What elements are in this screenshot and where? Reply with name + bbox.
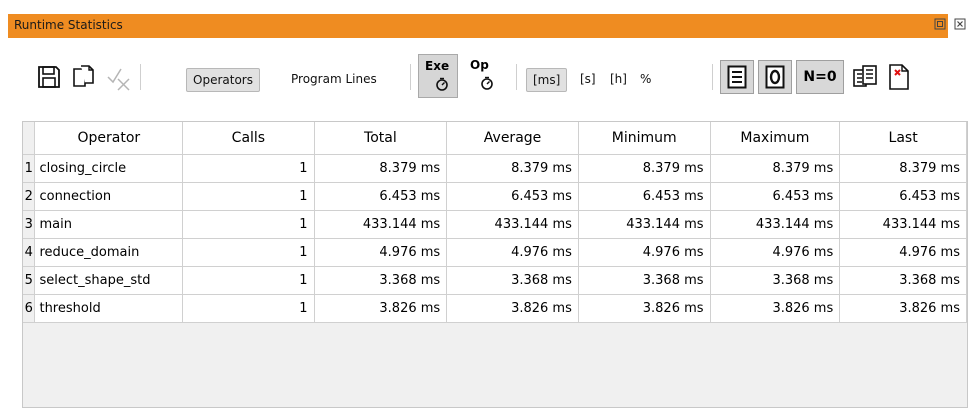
row-index-header: [23, 122, 36, 155]
total-cell: 8.379 ms: [314, 154, 448, 183]
operator-cell: select_shape_std: [34, 266, 184, 295]
calls-cell: 1: [182, 154, 315, 183]
average-cell: 8.379 ms: [446, 154, 579, 183]
maximum-cell: 4.976 ms: [710, 238, 841, 267]
statistics-table-container[interactable]: Operator Calls Total Average Minimum Max…: [22, 121, 968, 408]
total-cell: 6.453 ms: [314, 182, 448, 211]
last-cell: 4.976 ms: [839, 238, 967, 267]
column-header-total[interactable]: Total: [314, 122, 448, 155]
row-index: 3: [23, 210, 36, 239]
total-cell: 433.144 ms: [314, 210, 448, 239]
operator-cell: closing_circle: [34, 154, 184, 183]
title-bar[interactable]: Runtime Statistics: [8, 14, 948, 38]
calls-cell: 1: [182, 294, 315, 323]
table-row[interactable]: 4 reduce_domain 1 4.976 ms 4.976 ms 4.97…: [23, 238, 967, 267]
table-row[interactable]: 3 main 1 433.144 ms 433.144 ms 433.144 m…: [23, 210, 967, 239]
minimum-cell: 3.826 ms: [578, 294, 711, 323]
unit-ms-toggle[interactable]: [ms]: [526, 68, 568, 92]
stopwatch-icon: [436, 77, 448, 91]
total-cell: 4.976 ms: [314, 238, 448, 267]
minimum-cell: 8.379 ms: [578, 154, 711, 183]
op-label: Op: [470, 58, 489, 72]
program-lines-toggle[interactable]: Program Lines: [285, 68, 383, 92]
row-index: 2: [23, 182, 36, 211]
last-cell: 8.379 ms: [839, 154, 967, 183]
table-row[interactable]: 6 threshold 1 3.826 ms 3.826 ms 3.826 ms…: [23, 294, 967, 323]
average-cell: 3.826 ms: [446, 294, 579, 323]
total-cell: 3.368 ms: [314, 266, 448, 295]
minimum-cell: 3.368 ms: [578, 266, 711, 295]
operator-cell: connection: [34, 182, 184, 211]
close-document-icon[interactable]: [884, 61, 914, 93]
unit-s-toggle[interactable]: [s]: [574, 68, 602, 92]
close-icon[interactable]: [952, 16, 968, 32]
total-cell: 3.826 ms: [314, 294, 448, 323]
runtime-statistics-window: Runtime Statistics Operators Program Lin…: [0, 0, 976, 419]
operator-cell: threshold: [34, 294, 184, 323]
calls-cell: 1: [182, 210, 315, 239]
operator-cell: reduce_domain: [34, 238, 184, 267]
restore-icon[interactable]: [932, 16, 948, 32]
last-cell: 3.826 ms: [839, 294, 967, 323]
last-cell: 433.144 ms: [839, 210, 967, 239]
unit-h-toggle[interactable]: [h]: [604, 68, 633, 92]
average-cell: 433.144 ms: [446, 210, 579, 239]
maximum-cell: 3.368 ms: [710, 266, 841, 295]
column-header-calls[interactable]: Calls: [182, 122, 315, 155]
table-row[interactable]: 1 closing_circle 1 8.379 ms 8.379 ms 8.3…: [23, 154, 967, 183]
calls-cell: 1: [182, 238, 315, 267]
average-cell: 6.453 ms: [446, 182, 579, 211]
maximum-cell: 433.144 ms: [710, 210, 841, 239]
row-index: 5: [23, 266, 36, 295]
column-header-maximum[interactable]: Maximum: [710, 122, 841, 155]
table-header-row: Operator Calls Total Average Minimum Max…: [23, 122, 967, 155]
op-time-button[interactable]: Op: [464, 54, 504, 98]
last-cell: 6.453 ms: [839, 182, 967, 211]
table-row[interactable]: 5 select_shape_std 1 3.368 ms 3.368 ms 3…: [23, 266, 967, 295]
operators-toggle[interactable]: Operators: [186, 68, 260, 92]
window-title: Runtime Statistics: [14, 18, 123, 32]
toolbar: Operators Program Lines Exe Op [ms] [s] …: [8, 52, 968, 102]
exe-time-button[interactable]: Exe: [418, 54, 458, 98]
table-row[interactable]: 2 connection 1 6.453 ms 6.453 ms 6.453 m…: [23, 182, 967, 211]
clear-checkmark-icon[interactable]: [104, 64, 134, 92]
last-cell: 3.368 ms: [839, 266, 967, 295]
minimum-cell: 6.453 ms: [578, 182, 711, 211]
average-cell: 3.368 ms: [446, 266, 579, 295]
copy-icon[interactable]: [70, 62, 98, 92]
maximum-cell: 8.379 ms: [710, 154, 841, 183]
multi-page-icon[interactable]: [850, 62, 880, 92]
row-index: 4: [23, 238, 36, 267]
statistics-table: Operator Calls Total Average Minimum Max…: [23, 122, 967, 323]
column-header-last[interactable]: Last: [839, 122, 967, 155]
column-header-average[interactable]: Average: [446, 122, 579, 155]
maximum-cell: 6.453 ms: [710, 182, 841, 211]
exe-label: Exe: [425, 59, 450, 73]
n-zero-label: N=0: [803, 69, 837, 85]
stopwatch-icon: [481, 76, 493, 90]
save-icon[interactable]: [36, 63, 62, 91]
column-header-operator[interactable]: Operator: [34, 122, 184, 155]
average-cell: 4.976 ms: [446, 238, 579, 267]
row-index: 6: [23, 294, 36, 323]
minimum-cell: 4.976 ms: [578, 238, 711, 267]
maximum-cell: 3.826 ms: [710, 294, 841, 323]
row-index: 1: [23, 154, 36, 183]
operator-cell: main: [34, 210, 184, 239]
column-header-minimum[interactable]: Minimum: [578, 122, 711, 155]
minimum-cell: 433.144 ms: [578, 210, 711, 239]
calls-cell: 1: [182, 182, 315, 211]
zero-icon[interactable]: [758, 60, 792, 94]
list-icon[interactable]: [720, 60, 754, 94]
unit-percent-toggle[interactable]: %: [634, 68, 657, 92]
calls-cell: 1: [182, 266, 315, 295]
n-zero-toggle[interactable]: N=0: [796, 60, 844, 94]
